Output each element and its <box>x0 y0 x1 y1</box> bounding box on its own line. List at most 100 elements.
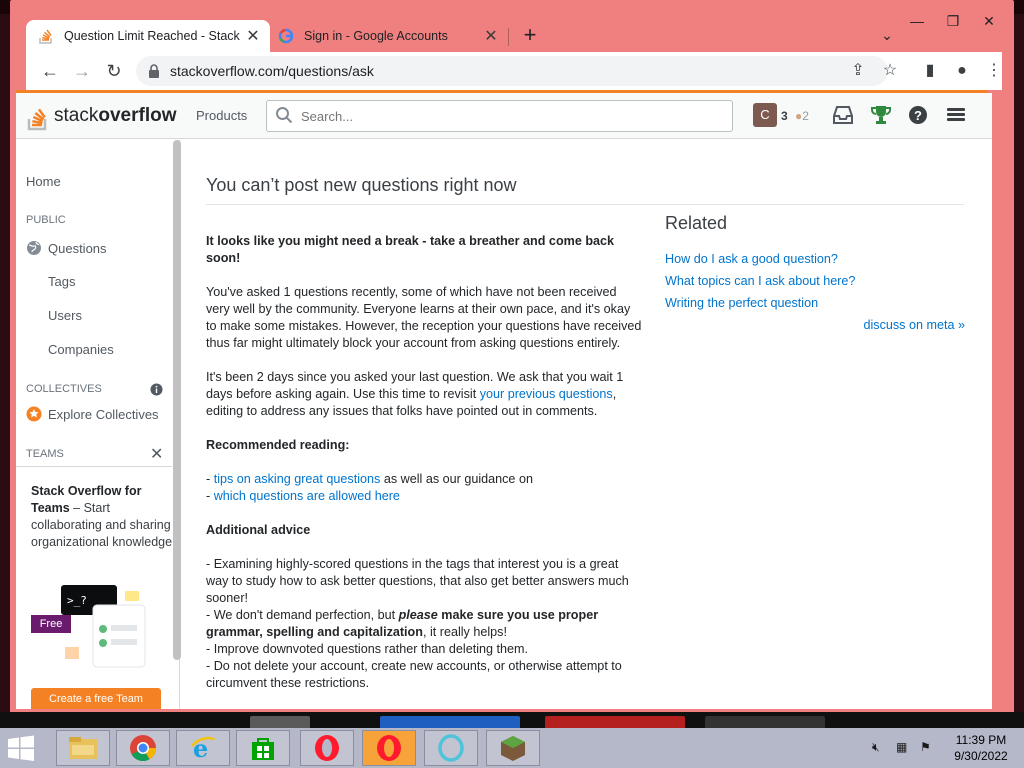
svg-text:>_?: >_? <box>67 594 87 607</box>
side-panel-icon[interactable]: ▮ <box>918 60 942 82</box>
page-scrollbar[interactable] <box>990 103 992 709</box>
address-text: stackoverflow.com/questions/ask <box>170 63 374 79</box>
reload-icon[interactable]: ↻ <box>102 60 126 82</box>
free-tag: Free <box>31 615 71 633</box>
opera-icon[interactable] <box>300 730 354 766</box>
avatar[interactable]: C <box>753 103 777 127</box>
taskbar-clock[interactable]: 11:39 PM 9/30/2022 <box>946 732 1016 764</box>
close-window-button[interactable]: ✕ <box>972 8 1006 34</box>
left-sidebar: Home PUBLIC Questions Tags Users Compani… <box>16 140 180 709</box>
advice-heading: Additional advice <box>206 523 311 537</box>
file-explorer-icon[interactable] <box>56 730 110 766</box>
action-center-flag-icon[interactable]: ⚑ <box>920 740 931 754</box>
achievements-trophy-icon[interactable] <box>870 105 894 127</box>
close-tab-icon[interactable]: ✕ <box>480 26 502 46</box>
sidebar-section-collectives: COLLECTIVES <box>26 383 102 395</box>
svg-text:?: ? <box>914 108 922 123</box>
internet-explorer-icon[interactable]: e <box>176 730 230 766</box>
sidebar-item-home[interactable]: Home <box>26 174 61 189</box>
advice-item: - Do not delete your account, create new… <box>206 659 622 690</box>
chrome-icon[interactable] <box>116 730 170 766</box>
create-team-button[interactable]: Create a free Team <box>31 688 161 709</box>
discuss-on-meta-link[interactable]: discuss on meta » <box>665 318 965 332</box>
allowed-questions-link[interactable]: which questions are allowed here <box>214 489 400 503</box>
related-link[interactable]: Writing the perfect question <box>665 296 965 310</box>
title-divider <box>206 204 964 205</box>
main-content: You can’t post new questions right now I… <box>206 140 966 709</box>
tab-separator <box>508 28 509 46</box>
sidebar-item-explore-collectives[interactable]: Explore Collectives <box>26 406 159 422</box>
logo-text-bold: overflow <box>98 105 177 126</box>
tab-question-limit[interactable]: Question Limit Reached - Stack O ✕ <box>26 20 270 52</box>
info-icon[interactable] <box>150 383 163 396</box>
close-tab-icon[interactable]: ✕ <box>242 26 264 46</box>
lead-text: It looks like you might need a break - t… <box>206 234 615 265</box>
search-icon <box>275 106 293 127</box>
network-icon[interactable]: ▦ <box>896 740 907 754</box>
minecraft-icon[interactable] <box>486 730 540 766</box>
new-tab-button[interactable]: + <box>516 23 544 49</box>
forward-arrow-icon[interactable]: → <box>70 60 94 82</box>
so-topbar: stackoverflow Products C 3 ●2 ? <box>16 93 992 139</box>
clock-date: 9/30/2022 <box>954 749 1008 763</box>
store-icon[interactable] <box>236 730 290 766</box>
help-question-icon[interactable]: ? <box>908 105 932 127</box>
tab-search-chevron-icon[interactable]: ⌄ <box>870 22 904 48</box>
google-favicon-icon <box>278 28 294 44</box>
tab-google-signin[interactable]: Sign in - Google Accounts ✕ <box>272 20 508 52</box>
sidebar-item-questions[interactable]: Questions <box>26 240 107 256</box>
stackoverflow-favicon-icon <box>38 28 54 44</box>
sidebar-item-users[interactable]: Users <box>48 308 82 323</box>
paragraph-recent-questions: You've asked 1 questions recently, some … <box>206 285 642 350</box>
sidebar-item-label: Questions <box>48 240 107 256</box>
products-link[interactable]: Products <box>196 108 247 123</box>
address-bar[interactable]: stackoverflow.com/questions/ask <box>136 56 888 86</box>
close-teams-icon[interactable]: ✕ <box>150 444 163 464</box>
opera-alt-icon[interactable] <box>424 730 478 766</box>
related-link[interactable]: What topics can I ask about here? <box>665 274 965 288</box>
tab-title: Question Limit Reached - Stack O <box>64 29 242 43</box>
advice-item: - Examining highly-scored questions in t… <box>206 557 629 605</box>
sidebar-section-teams: TEAMS <box>26 448 64 460</box>
page-title: You can’t post new questions right now <box>206 175 517 195</box>
sidebar-item-companies[interactable]: Companies <box>48 342 114 357</box>
sidebar-section-public: PUBLIC <box>26 214 66 226</box>
browser-window: Question Limit Reached - Stack O ✕ Sign … <box>10 0 1014 716</box>
sidebar-scrollbar[interactable] <box>173 140 181 660</box>
tab-title: Sign in - Google Accounts <box>304 29 448 43</box>
teams-promo-text: Stack Overflow for Teams – Start collabo… <box>31 483 176 551</box>
minimize-button[interactable]: — <box>900 8 934 34</box>
notice-body: It looks like you might need a break - t… <box>206 233 642 709</box>
sidebar-item-tags[interactable]: Tags <box>48 274 75 289</box>
search-box[interactable] <box>266 100 733 132</box>
clock-time: 11:39 PM <box>955 733 1007 747</box>
paragraph-wait: It's been 2 days since you asked your la… <box>206 370 624 418</box>
maximize-button[interactable]: ❐ <box>936 8 970 34</box>
so-logo[interactable]: stack overflow <box>26 101 176 131</box>
profile-icon[interactable]: ● <box>950 60 974 82</box>
windows-taskbar: e 🔇︎ ▦ ⚑ 11:39 PM 9/30/2022 <box>0 728 1024 768</box>
sidebar-item-label: Explore Collectives <box>48 406 159 422</box>
menu-dots-icon[interactable]: ⋮ <box>982 60 1006 82</box>
previous-questions-link[interactable]: your previous questions <box>480 387 613 401</box>
site-switcher-icon[interactable] <box>946 105 970 127</box>
search-input[interactable] <box>301 108 721 124</box>
lock-icon <box>148 64 160 78</box>
volume-muted-icon[interactable]: 🔇︎ <box>872 740 880 755</box>
inbox-icon[interactable] <box>832 105 856 127</box>
advice-list: - Examining highly-scored questions in t… <box>206 557 629 690</box>
advice-item: - Improve downvoted questions rather tha… <box>206 642 529 656</box>
collectives-star-icon <box>26 406 42 422</box>
opera-gx-icon[interactable] <box>362 730 416 766</box>
browser-titlebar: Question Limit Reached - Stack O ✕ Sign … <box>10 0 1014 52</box>
teams-divider <box>16 466 172 467</box>
related-panel: Related How do I ask a good question? Wh… <box>665 213 965 340</box>
tips-link[interactable]: tips on asking great questions <box>214 472 381 486</box>
bookmark-star-icon[interactable]: ☆ <box>878 60 902 82</box>
windows-start-icon[interactable] <box>6 734 38 762</box>
share-icon[interactable]: ⇪ <box>846 60 870 82</box>
related-link[interactable]: How do I ask a good question? <box>665 252 965 266</box>
reputation-count: 3 <box>781 109 788 123</box>
browser-toolbar: ← → ↻ stackoverflow.com/questions/ask ⇪ … <box>26 52 1002 90</box>
back-arrow-icon[interactable]: ← <box>38 60 62 82</box>
